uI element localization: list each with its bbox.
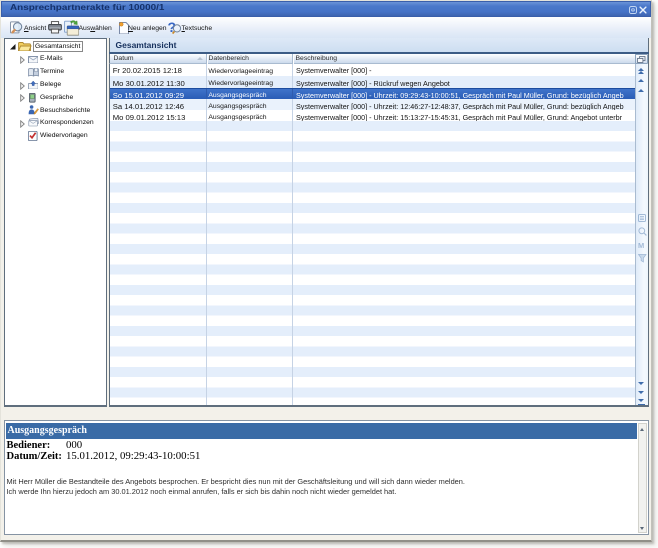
svg-text:M: M	[638, 241, 644, 250]
